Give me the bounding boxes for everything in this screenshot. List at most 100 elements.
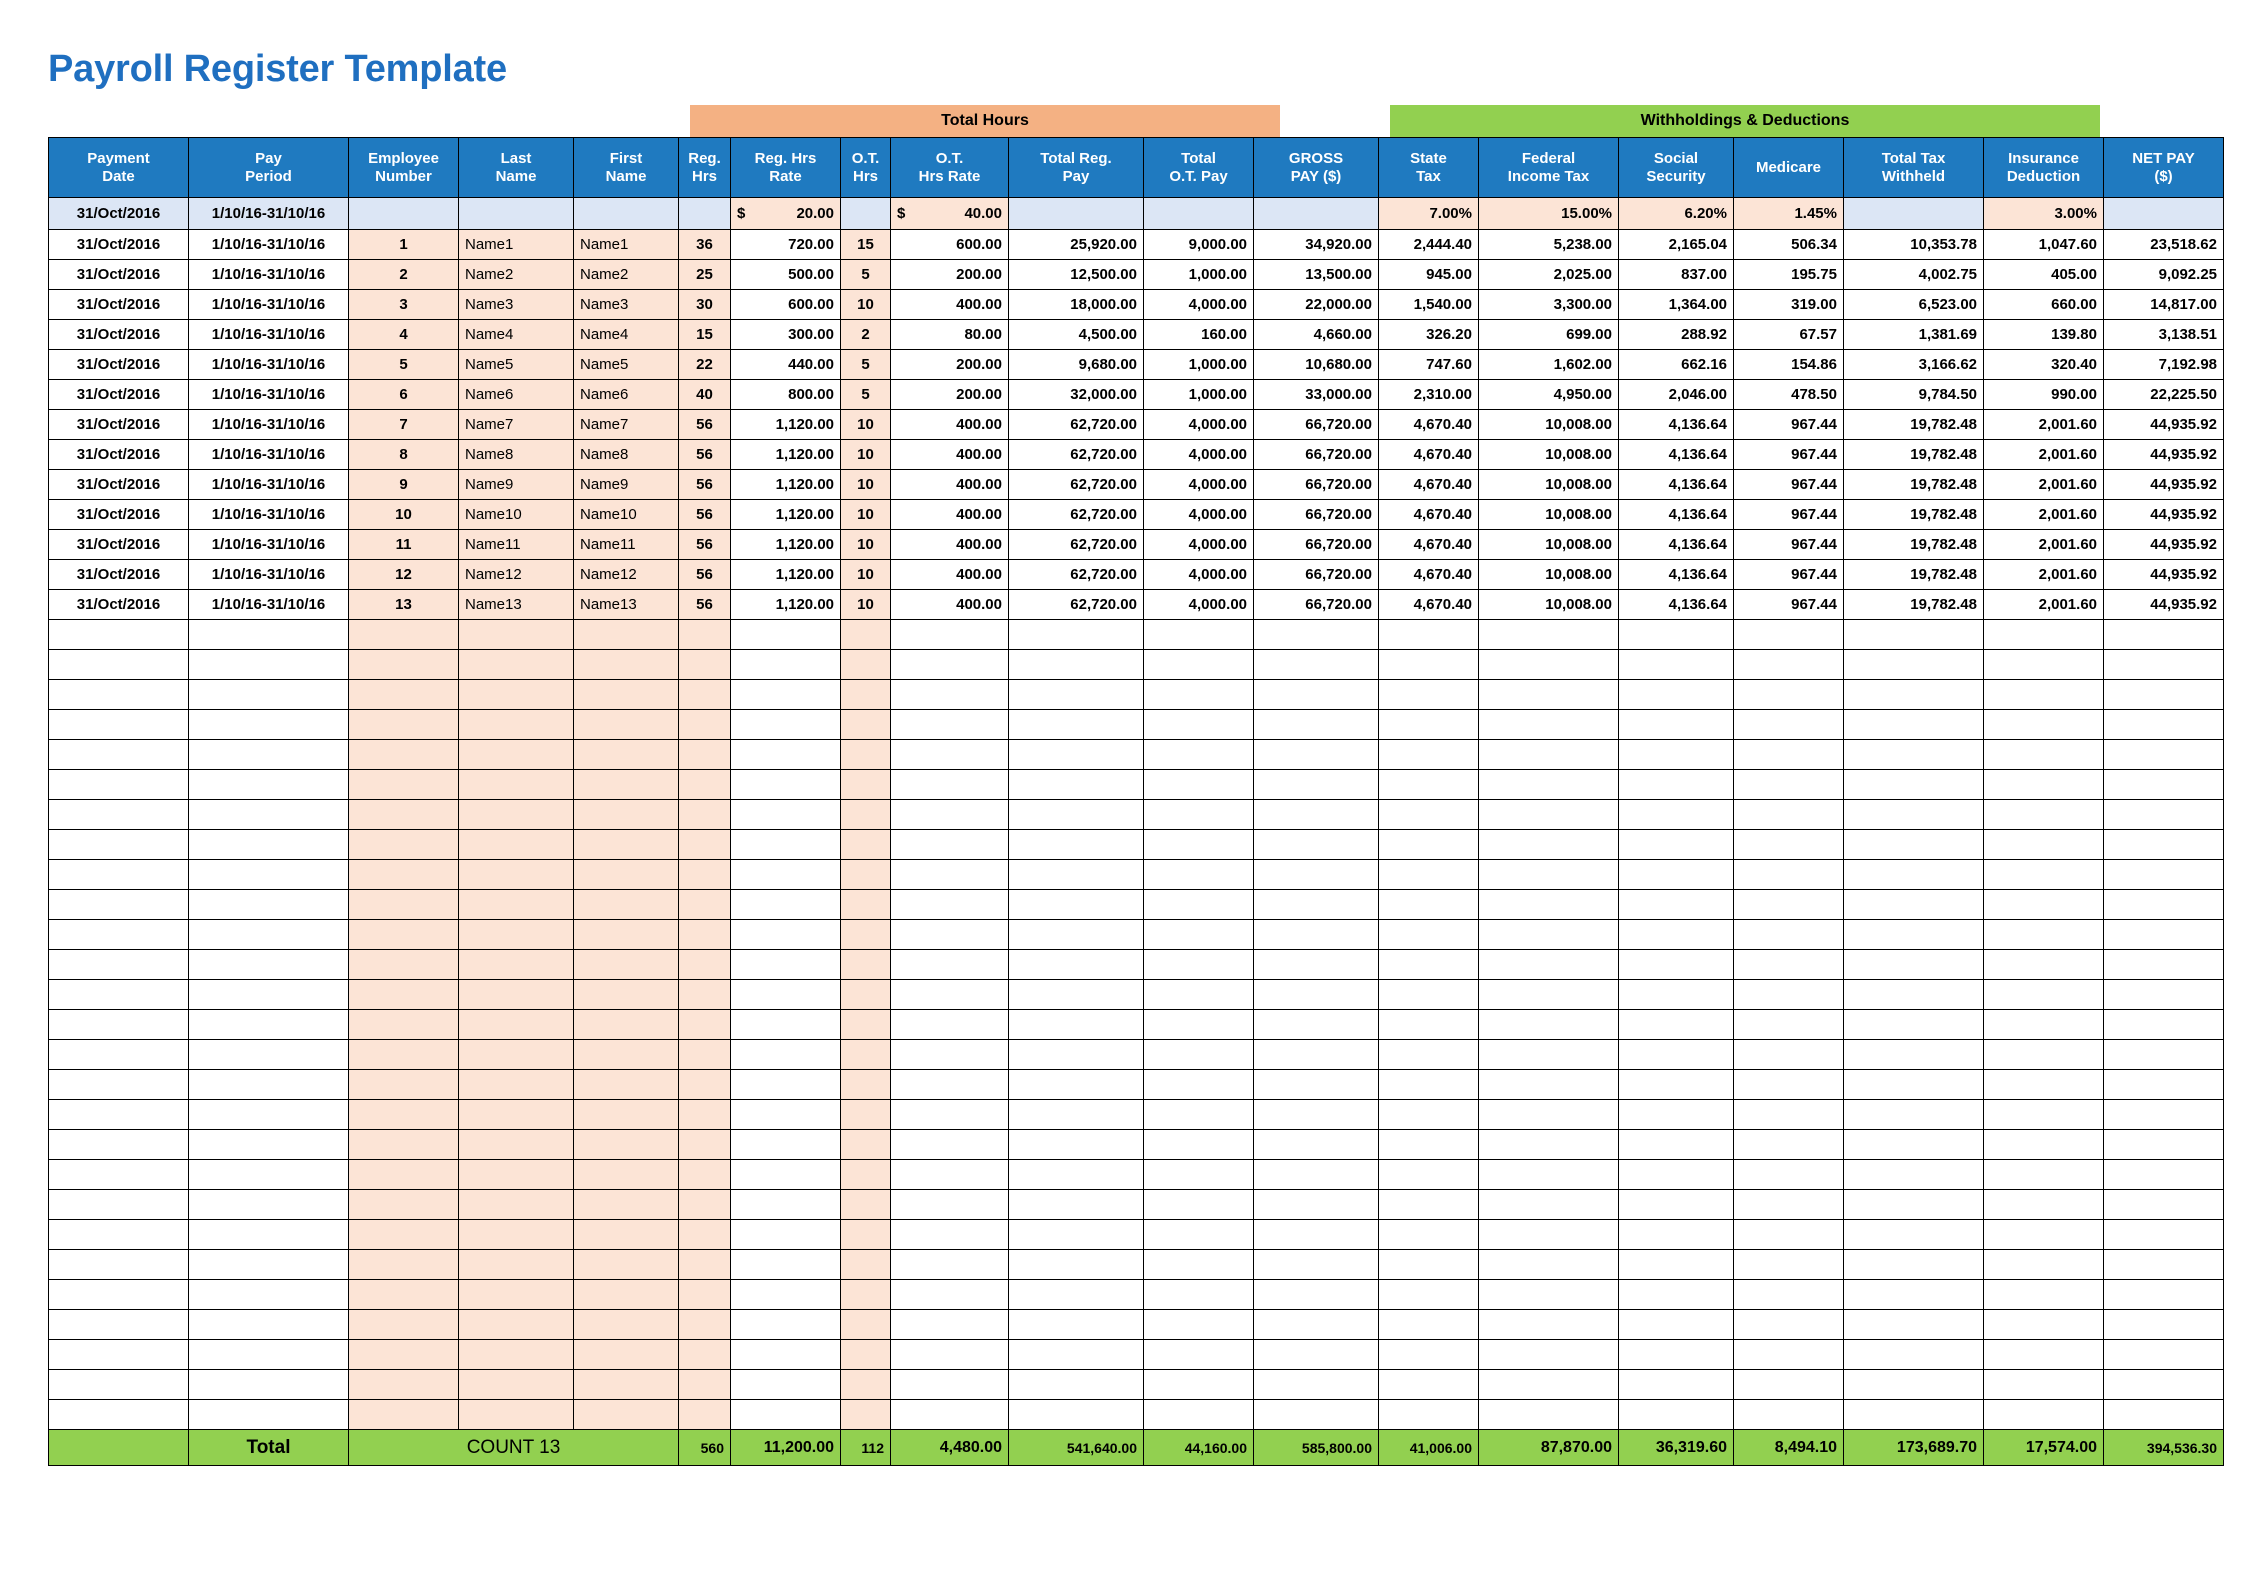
empty-cell-employee-number[interactable] — [348, 1339, 459, 1370]
cell-gross-pay[interactable]: 66,720.00 — [1253, 589, 1379, 620]
cell-net-pay[interactable]: 44,935.92 — [2103, 529, 2224, 560]
cell-federal-income-tax[interactable]: 10,008.00 — [1478, 589, 1619, 620]
cell-net-pay[interactable]: 44,935.92 — [2103, 439, 2224, 470]
empty-cell-pay-period[interactable] — [188, 619, 349, 650]
cell-pay-period[interactable]: 1/10/16-31/10/16 — [188, 259, 349, 290]
empty-cell-first-name[interactable] — [573, 1099, 679, 1130]
cell-medicare[interactable]: 506.34 — [1733, 229, 1844, 260]
empty-cell-total-tax-withheld[interactable] — [1843, 1279, 1984, 1310]
empty-cell-payment-date[interactable] — [48, 919, 189, 950]
empty-cell-first-name[interactable] — [573, 919, 679, 950]
empty-cell-pay-period[interactable] — [188, 709, 349, 740]
empty-cell-gross-pay[interactable] — [1253, 829, 1379, 860]
empty-cell-total-tax-withheld[interactable] — [1843, 1069, 1984, 1100]
cell-total-ot-pay[interactable]: 4,000.00 — [1143, 469, 1254, 500]
empty-cell-payment-date[interactable] — [48, 709, 189, 740]
cell-total-ot-pay[interactable]: 4,000.00 — [1143, 439, 1254, 470]
empty-row[interactable] — [48, 1129, 2224, 1160]
empty-cell-ot-hrs[interactable] — [840, 1189, 891, 1220]
cell-state-tax[interactable]: 4,670.40 — [1378, 469, 1479, 500]
cell-pay-period[interactable]: 1/10/16-31/10/16 — [188, 349, 349, 380]
empty-cell-federal-income-tax[interactable] — [1478, 919, 1619, 950]
empty-cell-ot-hrs[interactable] — [840, 829, 891, 860]
empty-cell-last-name[interactable] — [458, 1309, 574, 1340]
cell-state-tax[interactable]: 945.00 — [1378, 259, 1479, 290]
empty-cell-federal-income-tax[interactable] — [1478, 1219, 1619, 1250]
empty-cell-ot-hrs[interactable] — [840, 1039, 891, 1070]
empty-cell-ot-hrs-rate[interactable] — [890, 1249, 1009, 1280]
empty-cell-state-tax[interactable] — [1378, 1339, 1479, 1370]
empty-cell-medicare[interactable] — [1733, 829, 1844, 860]
empty-cell-social-security[interactable] — [1618, 1249, 1734, 1280]
empty-row[interactable] — [48, 1279, 2224, 1310]
empty-cell-employee-number[interactable] — [348, 709, 459, 740]
empty-cell-last-name[interactable] — [458, 919, 574, 950]
empty-cell-pay-period[interactable] — [188, 1039, 349, 1070]
empty-cell-federal-income-tax[interactable] — [1478, 1039, 1619, 1070]
cell-state-tax[interactable]: 4,670.40 — [1378, 499, 1479, 530]
empty-cell-social-security[interactable] — [1618, 1219, 1734, 1250]
empty-cell-total-tax-withheld[interactable] — [1843, 949, 1984, 980]
cell-employee-number[interactable]: 9 — [348, 469, 459, 500]
empty-cell-reg-hrs-rate[interactable] — [730, 679, 841, 710]
empty-cell-reg-hrs-rate[interactable] — [730, 739, 841, 770]
empty-cell-gross-pay[interactable] — [1253, 769, 1379, 800]
empty-cell-last-name[interactable] — [458, 709, 574, 740]
empty-cell-insurance-deduction[interactable] — [1983, 919, 2104, 950]
empty-cell-social-security[interactable] — [1618, 1129, 1734, 1160]
empty-cell-pay-period[interactable] — [188, 769, 349, 800]
cell-ot-hrs[interactable]: 2 — [840, 319, 891, 350]
rates-total-reg-pay[interactable] — [1008, 197, 1144, 230]
cell-net-pay[interactable]: 44,935.92 — [2103, 589, 2224, 620]
empty-cell-state-tax[interactable] — [1378, 799, 1479, 830]
empty-cell-insurance-deduction[interactable] — [1983, 679, 2104, 710]
empty-cell-last-name[interactable] — [458, 1039, 574, 1070]
empty-cell-insurance-deduction[interactable] — [1983, 979, 2104, 1010]
empty-cell-net-pay[interactable] — [2103, 679, 2224, 710]
cell-last-name[interactable]: Name5 — [458, 349, 574, 380]
cell-first-name[interactable]: Name5 — [573, 349, 679, 380]
cell-total-reg-pay[interactable]: 4,500.00 — [1008, 319, 1144, 350]
cell-social-security[interactable]: 1,364.00 — [1618, 289, 1734, 320]
table-row[interactable]: 31/Oct/2016 1/10/16-31/10/16 7 Name7 Name7 56… — [48, 409, 2224, 440]
empty-cell-federal-income-tax[interactable] — [1478, 619, 1619, 650]
empty-cell-first-name[interactable] — [573, 979, 679, 1010]
empty-cell-ot-hrs-rate[interactable] — [890, 709, 1009, 740]
empty-cell-total-ot-pay[interactable] — [1143, 1279, 1254, 1310]
cell-reg-hrs-rate[interactable]: 800.00 — [730, 379, 841, 410]
rates-employee-number[interactable] — [348, 197, 459, 230]
cell-medicare[interactable]: 967.44 — [1733, 559, 1844, 590]
empty-cell-ot-hrs-rate[interactable] — [890, 859, 1009, 890]
empty-cell-first-name[interactable] — [573, 649, 679, 680]
empty-cell-total-reg-pay[interactable] — [1008, 619, 1144, 650]
cell-medicare[interactable]: 967.44 — [1733, 499, 1844, 530]
empty-cell-federal-income-tax[interactable] — [1478, 1369, 1619, 1400]
empty-cell-insurance-deduction[interactable] — [1983, 1339, 2104, 1370]
empty-cell-gross-pay[interactable] — [1253, 1009, 1379, 1040]
cell-medicare[interactable]: 319.00 — [1733, 289, 1844, 320]
empty-cell-last-name[interactable] — [458, 1099, 574, 1130]
cell-medicare[interactable]: 967.44 — [1733, 589, 1844, 620]
cell-reg-hrs-rate[interactable]: 1,120.00 — [730, 469, 841, 500]
empty-cell-medicare[interactable] — [1733, 859, 1844, 890]
cell-total-ot-pay[interactable]: 4,000.00 — [1143, 529, 1254, 560]
empty-cell-state-tax[interactable] — [1378, 1129, 1479, 1160]
empty-cell-gross-pay[interactable] — [1253, 859, 1379, 890]
cell-reg-hrs[interactable]: 56 — [678, 589, 731, 620]
cell-payment-date[interactable]: 31/Oct/2016 — [48, 409, 189, 440]
empty-cell-employee-number[interactable] — [348, 1219, 459, 1250]
empty-cell-last-name[interactable] — [458, 1249, 574, 1280]
cell-state-tax[interactable]: 747.60 — [1378, 349, 1479, 380]
table-row[interactable]: 31/Oct/2016 1/10/16-31/10/16 4 Name4 Name4 15… — [48, 319, 2224, 350]
empty-cell-payment-date[interactable] — [48, 949, 189, 980]
empty-cell-payment-date[interactable] — [48, 649, 189, 680]
empty-cell-net-pay[interactable] — [2103, 619, 2224, 650]
empty-cell-last-name[interactable] — [458, 889, 574, 920]
empty-cell-reg-hrs[interactable] — [678, 1099, 731, 1130]
empty-cell-state-tax[interactable] — [1378, 859, 1479, 890]
empty-cell-total-reg-pay[interactable] — [1008, 979, 1144, 1010]
empty-cell-ot-hrs[interactable] — [840, 799, 891, 830]
empty-row[interactable] — [48, 1159, 2224, 1190]
cell-gross-pay[interactable]: 66,720.00 — [1253, 499, 1379, 530]
empty-row[interactable] — [48, 619, 2224, 650]
